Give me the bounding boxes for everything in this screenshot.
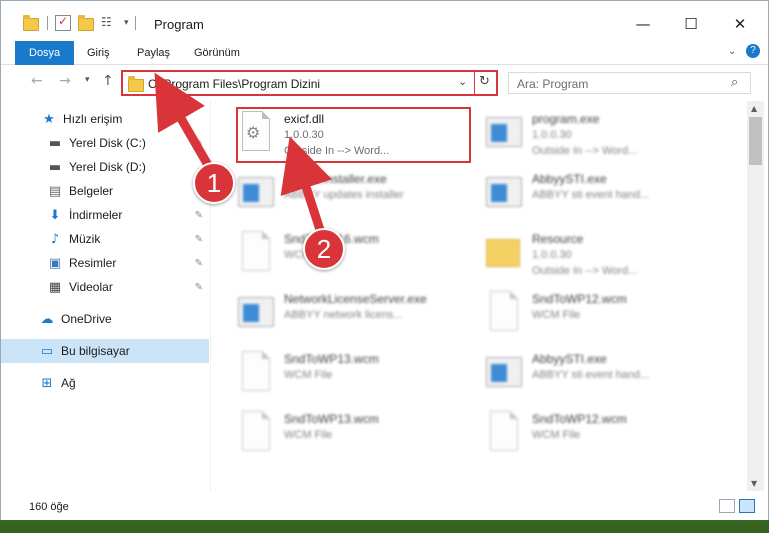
arrow-to-file bbox=[280, 136, 333, 241]
step-badge-2: 2 bbox=[303, 228, 345, 270]
step-badge-1: 1 bbox=[193, 162, 235, 204]
annotation-arrows bbox=[154, 72, 333, 241]
arrow-to-address-bar bbox=[154, 72, 217, 177]
